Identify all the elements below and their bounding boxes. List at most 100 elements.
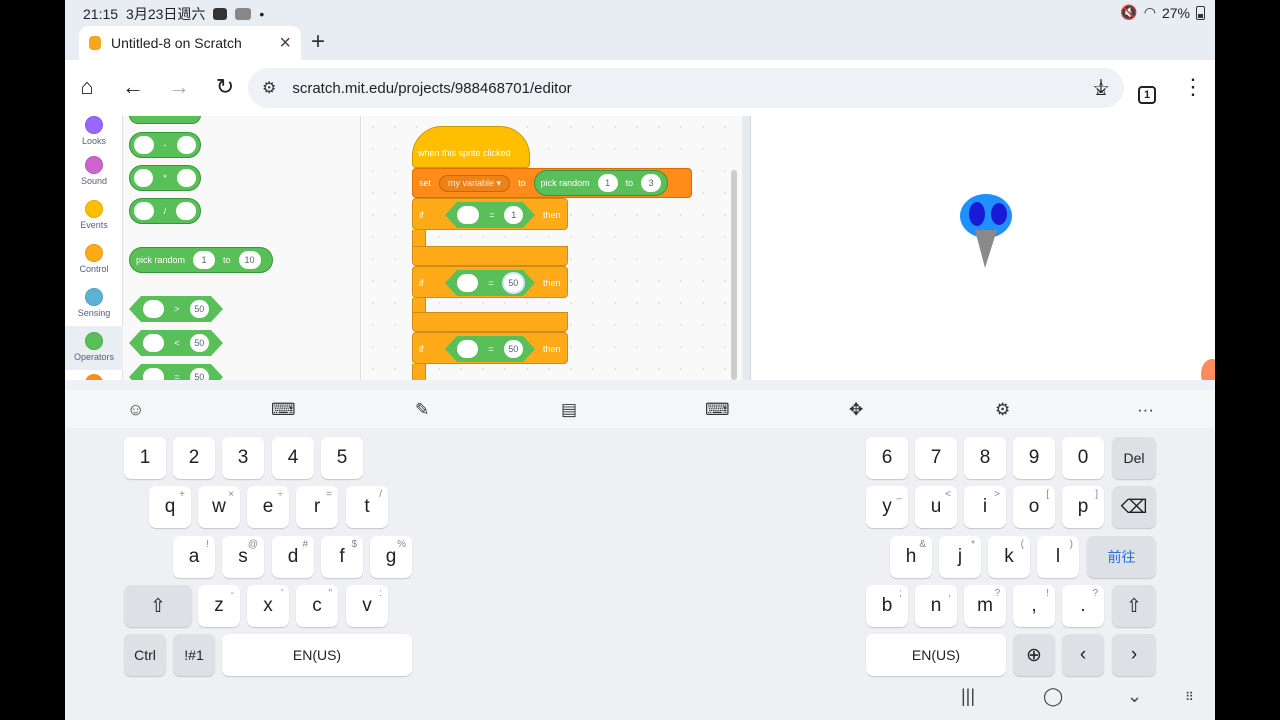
shift-key-right[interactable]: ⇧ [1112, 585, 1156, 627]
compare-input[interactable]: 50 [190, 334, 209, 352]
key-7[interactable]: 7 [915, 437, 957, 479]
key-i[interactable]: i > [964, 486, 1006, 528]
forward-icon[interactable]: → [165, 74, 193, 100]
back-icon[interactable]: ← [119, 74, 147, 100]
key-v[interactable]: v: [346, 585, 388, 627]
key-e[interactable]: e ÷ [247, 486, 289, 528]
equals-condition[interactable]: = 50 [445, 336, 535, 362]
operand-slot[interactable] [176, 202, 196, 220]
settings-icon[interactable]: ⚙ [995, 400, 1010, 420]
key-l[interactable]: l) [1037, 536, 1079, 578]
when-sprite-clicked-block[interactable]: when this sprite clicked [412, 126, 530, 168]
key-p[interactable]: p] [1062, 486, 1104, 528]
compare-input[interactable]: 50 [190, 368, 209, 380]
set-variable-block[interactable]: set my variable ▾ to pick random 1 to 3 [412, 168, 692, 198]
go-key[interactable]: 前往 [1087, 536, 1156, 578]
key-1[interactable]: 1 [124, 437, 166, 479]
if-block-1[interactable]: if = 1 then [412, 198, 568, 230]
key-8[interactable]: 8 [964, 437, 1006, 479]
cursor-left-key[interactable]: ‹ [1062, 634, 1104, 676]
home-icon[interactable]: ⌂ [73, 74, 101, 100]
address-bar[interactable]: ⚙ scratch.mit.edu/projects/988468701/edi… [248, 68, 1124, 108]
key-d[interactable]: d # [272, 536, 314, 578]
keyboard-layout-icon[interactable]: ⌨ [271, 400, 296, 420]
category-sensing[interactable]: Sensing [65, 288, 123, 318]
key-4[interactable]: 4 [272, 437, 314, 479]
random-to-input[interactable]: 3 [641, 174, 662, 192]
operand-slot[interactable] [176, 169, 196, 187]
handwriting-icon[interactable]: ✎ [415, 400, 429, 420]
operand-slot[interactable] [457, 274, 478, 292]
random-from-input[interactable]: 1 [597, 174, 618, 192]
tab-close-icon[interactable]: × [279, 32, 291, 55]
pick-random-block[interactable]: pick random 1 to 3 [533, 170, 669, 196]
recents-button[interactable]: ||| [961, 686, 975, 707]
pick-random-block[interactable]: pick random 1 to 10 [129, 247, 273, 273]
more-options-icon[interactable]: ··· [1137, 400, 1154, 420]
shift-key-left[interactable]: ⇧ [124, 585, 192, 627]
key-c[interactable]: c " [296, 585, 338, 627]
operand-slot[interactable] [457, 340, 478, 358]
operand-slot[interactable] [457, 206, 479, 224]
key-t[interactable]: t / [346, 486, 388, 528]
emoji-icon[interactable]: ☺ [127, 400, 144, 420]
move-keyboard-icon[interactable]: ✥ [849, 400, 863, 420]
key-3[interactable]: 3 [222, 437, 264, 479]
keyboard-hide-icon[interactable]: ⠿ [1185, 690, 1194, 704]
compare-input[interactable]: 1 [504, 206, 523, 224]
stage[interactable] [750, 116, 1212, 380]
greater-than-block[interactable]: > 50 [129, 296, 223, 322]
if-block-2[interactable]: if = 50 then [412, 266, 568, 298]
key-5[interactable]: 5 [321, 437, 363, 479]
operand-slot[interactable] [143, 368, 164, 380]
equals-condition[interactable]: = 50 [445, 270, 535, 296]
less-than-block[interactable]: < 50 [129, 330, 223, 356]
random-to-input[interactable]: 10 [238, 251, 261, 269]
operand-slot[interactable] [134, 202, 154, 220]
key-6[interactable]: 6 [866, 437, 908, 479]
key-q[interactable]: q + [149, 486, 191, 528]
category-looks[interactable]: Looks [65, 116, 123, 146]
key-u[interactable]: u < [915, 486, 957, 528]
download-icon[interactable]: ⤓ [1087, 74, 1115, 100]
category-sound[interactable]: Sound [65, 156, 123, 186]
multiply-block[interactable]: * [129, 165, 201, 191]
operand-slot[interactable] [134, 136, 154, 154]
compare-input[interactable]: 50 [504, 340, 523, 358]
add-block-partial[interactable] [129, 116, 201, 124]
tab-switcher-button[interactable]: 1 [1133, 78, 1161, 104]
space-key-left[interactable]: EN(US) [222, 634, 412, 676]
divide-block[interactable]: / [129, 198, 201, 224]
key-k[interactable]: k( [988, 536, 1030, 578]
operand-slot[interactable] [176, 136, 196, 154]
operand-slot[interactable] [143, 334, 164, 352]
symbols-key[interactable]: !#1 [173, 634, 215, 676]
key-0[interactable]: 0 [1062, 437, 1104, 479]
key-g[interactable]: g% [370, 536, 412, 578]
key-m[interactable]: m? [964, 585, 1006, 627]
key-j[interactable]: j * [939, 536, 981, 578]
ctrl-key[interactable]: Ctrl [124, 634, 166, 676]
random-from-input[interactable]: 1 [193, 251, 216, 269]
subtract-block[interactable]: - [129, 132, 201, 158]
compare-input[interactable]: 50 [190, 300, 209, 318]
key-b[interactable]: b; [866, 585, 908, 627]
operand-slot[interactable] [143, 300, 164, 318]
key-x[interactable]: x ' [247, 585, 289, 627]
key-r[interactable]: r = [296, 486, 338, 528]
key-s[interactable]: s @ [222, 536, 264, 578]
operand-slot[interactable] [134, 169, 154, 187]
key-2[interactable]: 2 [173, 437, 215, 479]
space-key-right[interactable]: EN(US) [866, 634, 1006, 676]
category-control[interactable]: Control [65, 244, 123, 274]
delete-key[interactable]: Del [1112, 437, 1156, 479]
sprite-bird[interactable] [951, 186, 1031, 276]
key-y[interactable]: y _ [866, 486, 908, 528]
key-.[interactable]: .? [1062, 585, 1104, 627]
key-o[interactable]: o[ [1013, 486, 1055, 528]
home-button[interactable]: ◯ [1043, 686, 1063, 707]
key-9[interactable]: 9 [1013, 437, 1055, 479]
equals-block[interactable]: = 50 [129, 364, 223, 380]
script-area[interactable]: when this sprite clicked set my variable… [362, 116, 742, 380]
back-button[interactable]: ⌄ [1127, 686, 1142, 707]
